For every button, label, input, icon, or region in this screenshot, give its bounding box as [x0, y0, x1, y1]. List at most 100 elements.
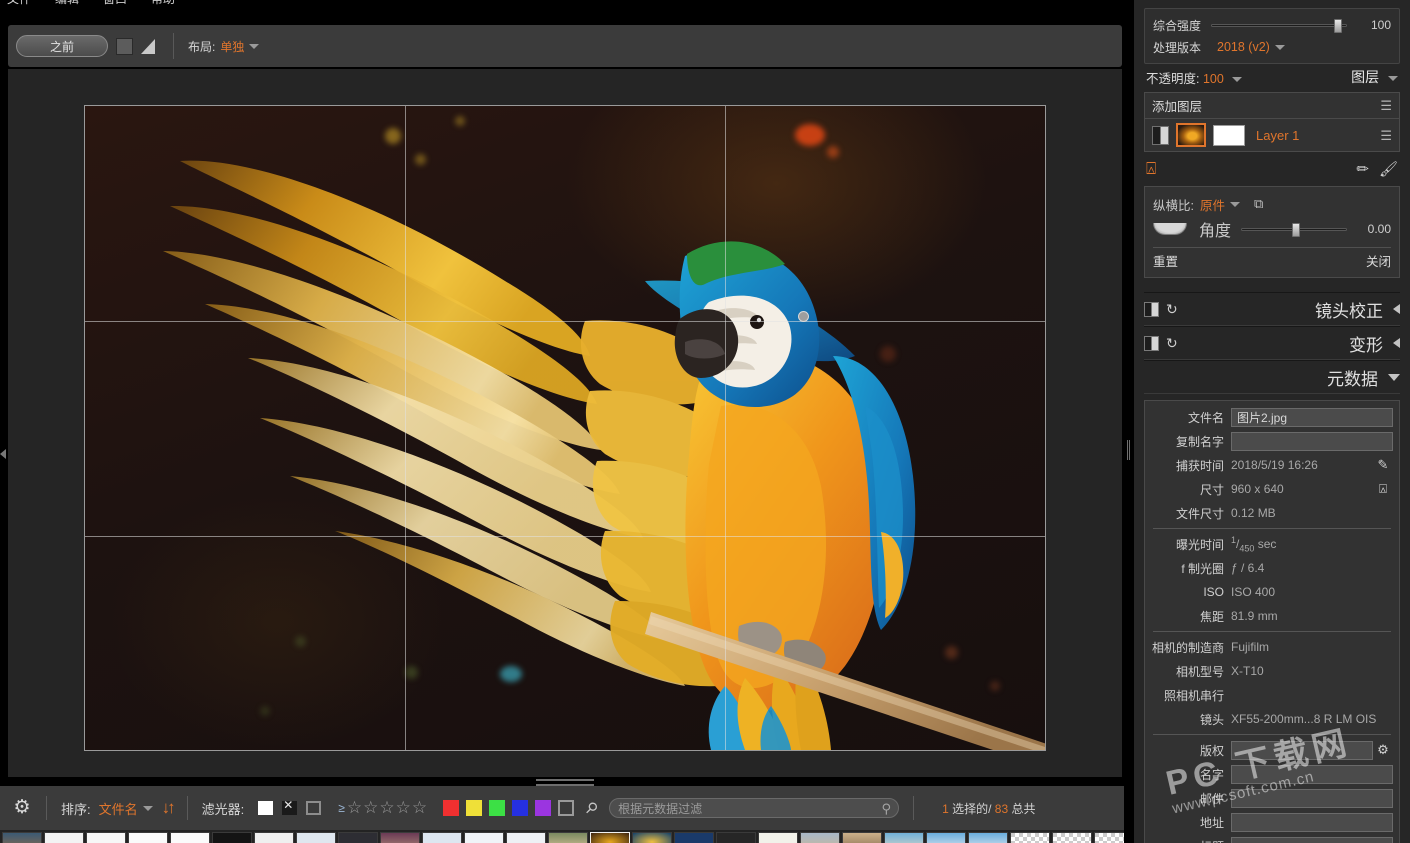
lens-correction-reset-icon[interactable]: ↻	[1166, 301, 1178, 318]
filmstrip-thumbnail[interactable]	[716, 832, 756, 843]
chevron-down-icon[interactable]	[249, 44, 259, 49]
layers-chevron-down-icon[interactable]	[1388, 76, 1398, 81]
straighten-level-icon[interactable]	[1153, 223, 1187, 235]
paint-brush-icon[interactable]: 🖌	[1379, 160, 1398, 178]
color-label-none[interactable]	[558, 800, 574, 816]
rating-stars[interactable]: ☆☆☆☆☆	[347, 798, 428, 818]
filmstrip-thumbnail-selected[interactable]	[590, 832, 630, 843]
filmstrip-thumbnail[interactable]	[968, 832, 1008, 843]
filmstrip-thumbnail[interactable]	[464, 832, 504, 843]
color-label-red[interactable]	[443, 800, 459, 816]
crop-frame[interactable]	[85, 106, 1045, 750]
image-canvas[interactable]	[8, 69, 1122, 777]
sort-direction-icon[interactable]: ↓↑	[162, 798, 173, 818]
filmstrip-thumbnail[interactable]	[758, 832, 798, 843]
filmstrip-thumbnail[interactable]	[2, 832, 42, 843]
crop-handle-right[interactable]	[798, 311, 809, 322]
filmstrip-thumbnail[interactable]	[254, 832, 294, 843]
crop-reset-button[interactable]: 重置	[1153, 251, 1178, 270]
menu-item-help[interactable]: 帮助	[148, 0, 178, 7]
filmstrip-thumbnail[interactable]	[128, 832, 168, 843]
pencil-icon[interactable]: ✎	[1373, 457, 1393, 473]
transform-collapse-icon[interactable]	[1393, 338, 1400, 348]
filmstrip-thumbnail[interactable]	[296, 832, 336, 843]
filmstrip-thumbnail[interactable]	[1052, 832, 1092, 843]
title-field[interactable]	[1231, 837, 1393, 843]
panel-splitter[interactable]	[1124, 0, 1134, 843]
layer-mask-thumbnail[interactable]	[1213, 125, 1245, 146]
creator-field[interactable]	[1231, 765, 1393, 784]
flag-unflagged-icon[interactable]	[306, 801, 321, 815]
crop-tool-icon[interactable]: ⍓	[1146, 159, 1156, 179]
copyright-field[interactable]	[1231, 741, 1373, 760]
filmstrip-thumbnail[interactable]	[170, 832, 210, 843]
layer-menu-icon[interactable]: ☰	[1380, 129, 1392, 142]
filmstrip-thumbnail[interactable]	[380, 832, 420, 843]
filmstrip-thumbnail[interactable]	[842, 832, 882, 843]
add-layer-row[interactable]: 添加图层 ☰	[1145, 93, 1399, 119]
menu-item-file[interactable]: 文件	[4, 0, 34, 7]
filmstrip-thumbnail[interactable]	[422, 832, 462, 843]
duplicate-crop-icon[interactable]: ⧉	[1254, 196, 1263, 212]
soft-proof-icon[interactable]	[139, 36, 159, 56]
layer-thumbnail[interactable]	[1176, 123, 1206, 147]
layer-visibility-icon[interactable]	[1152, 126, 1169, 145]
rating-operator-label[interactable]: ≥	[338, 801, 345, 815]
gear-icon[interactable]: ⚙	[1373, 742, 1393, 758]
metadata-filter-input[interactable]: 根据元数据过滤 ⚲	[609, 798, 899, 818]
filmstrip-thumbnail[interactable]	[800, 832, 840, 843]
before-button[interactable]: 之前	[16, 35, 108, 57]
filename-field[interactable]: 图片2.jpg	[1231, 408, 1393, 427]
sort-chevron-down-icon[interactable]	[143, 806, 153, 811]
color-label-yellow[interactable]	[466, 800, 482, 816]
copy-name-field[interactable]	[1231, 432, 1393, 451]
filmstrip-thumbnail[interactable]	[674, 832, 714, 843]
crop-close-button[interactable]: 关闭	[1366, 251, 1391, 270]
layer-name[interactable]: Layer 1	[1256, 128, 1373, 143]
section-metadata[interactable]: 元数据	[1144, 360, 1400, 394]
sort-value[interactable]: 文件名	[99, 799, 138, 818]
search-icon[interactable]: ⚲	[882, 801, 892, 817]
filmstrip-thumbnail[interactable]	[548, 832, 588, 843]
heal-brush-icon[interactable]: ✏	[1356, 160, 1369, 178]
filmstrip-thumbnail[interactable]	[212, 832, 252, 843]
opacity-value[interactable]: 100	[1203, 72, 1224, 86]
section-lens-correction[interactable]: ↻ 镜头校正	[1144, 292, 1400, 326]
color-label-green[interactable]	[489, 800, 505, 816]
filmstrip[interactable]	[0, 830, 1130, 843]
filmstrip-thumbnail[interactable]	[1010, 832, 1050, 843]
metadata-collapse-icon[interactable]	[1388, 374, 1400, 381]
transform-reset-icon[interactable]: ↻	[1166, 335, 1178, 352]
filmstrip-thumbnail[interactable]	[632, 832, 672, 843]
strength-slider[interactable]	[1211, 24, 1347, 27]
filmstrip-thumbnail[interactable]	[338, 832, 378, 843]
key-icon[interactable]: ⚲	[581, 798, 602, 819]
layout-value[interactable]: 单独	[220, 38, 244, 55]
lens-correction-toggle-icon[interactable]	[1144, 302, 1159, 317]
section-transform[interactable]: ↻ 变形	[1144, 326, 1400, 360]
process-version-value[interactable]: 2018 (v2)	[1217, 40, 1270, 54]
add-layer-menu-icon[interactable]: ☰	[1380, 99, 1392, 112]
layers-title-group[interactable]: 图层	[1351, 67, 1398, 87]
filmstrip-thumbnail[interactable]	[44, 832, 84, 843]
gear-icon[interactable]: ⚙	[12, 798, 32, 818]
process-version-chevron-down-icon[interactable]	[1275, 45, 1285, 50]
menu-item-window[interactable]: 窗口	[100, 0, 130, 7]
filmstrip-thumbnail[interactable]	[86, 832, 126, 843]
flag-pick-icon[interactable]	[258, 801, 273, 815]
left-panel-expand-arrow[interactable]	[0, 449, 6, 459]
transform-toggle-icon[interactable]	[1144, 336, 1159, 351]
crop-icon[interactable]: ⍓	[1373, 481, 1393, 497]
email-field[interactable]	[1231, 789, 1393, 808]
angle-slider[interactable]	[1241, 228, 1347, 231]
background-color-swatch[interactable]	[116, 38, 133, 55]
flag-reject-icon[interactable]	[282, 801, 297, 815]
aspect-ratio-value[interactable]: 原件	[1200, 195, 1225, 214]
filmstrip-thumbnail[interactable]	[926, 832, 966, 843]
lens-correction-collapse-icon[interactable]	[1393, 304, 1400, 314]
menu-item-edit[interactable]: 编辑	[52, 0, 82, 7]
filmstrip-thumbnail[interactable]	[506, 832, 546, 843]
layer-row[interactable]: Layer 1 ☰	[1145, 119, 1399, 151]
opacity-chevron-down-icon[interactable]	[1232, 77, 1242, 82]
splitter-grip[interactable]	[1127, 440, 1131, 460]
